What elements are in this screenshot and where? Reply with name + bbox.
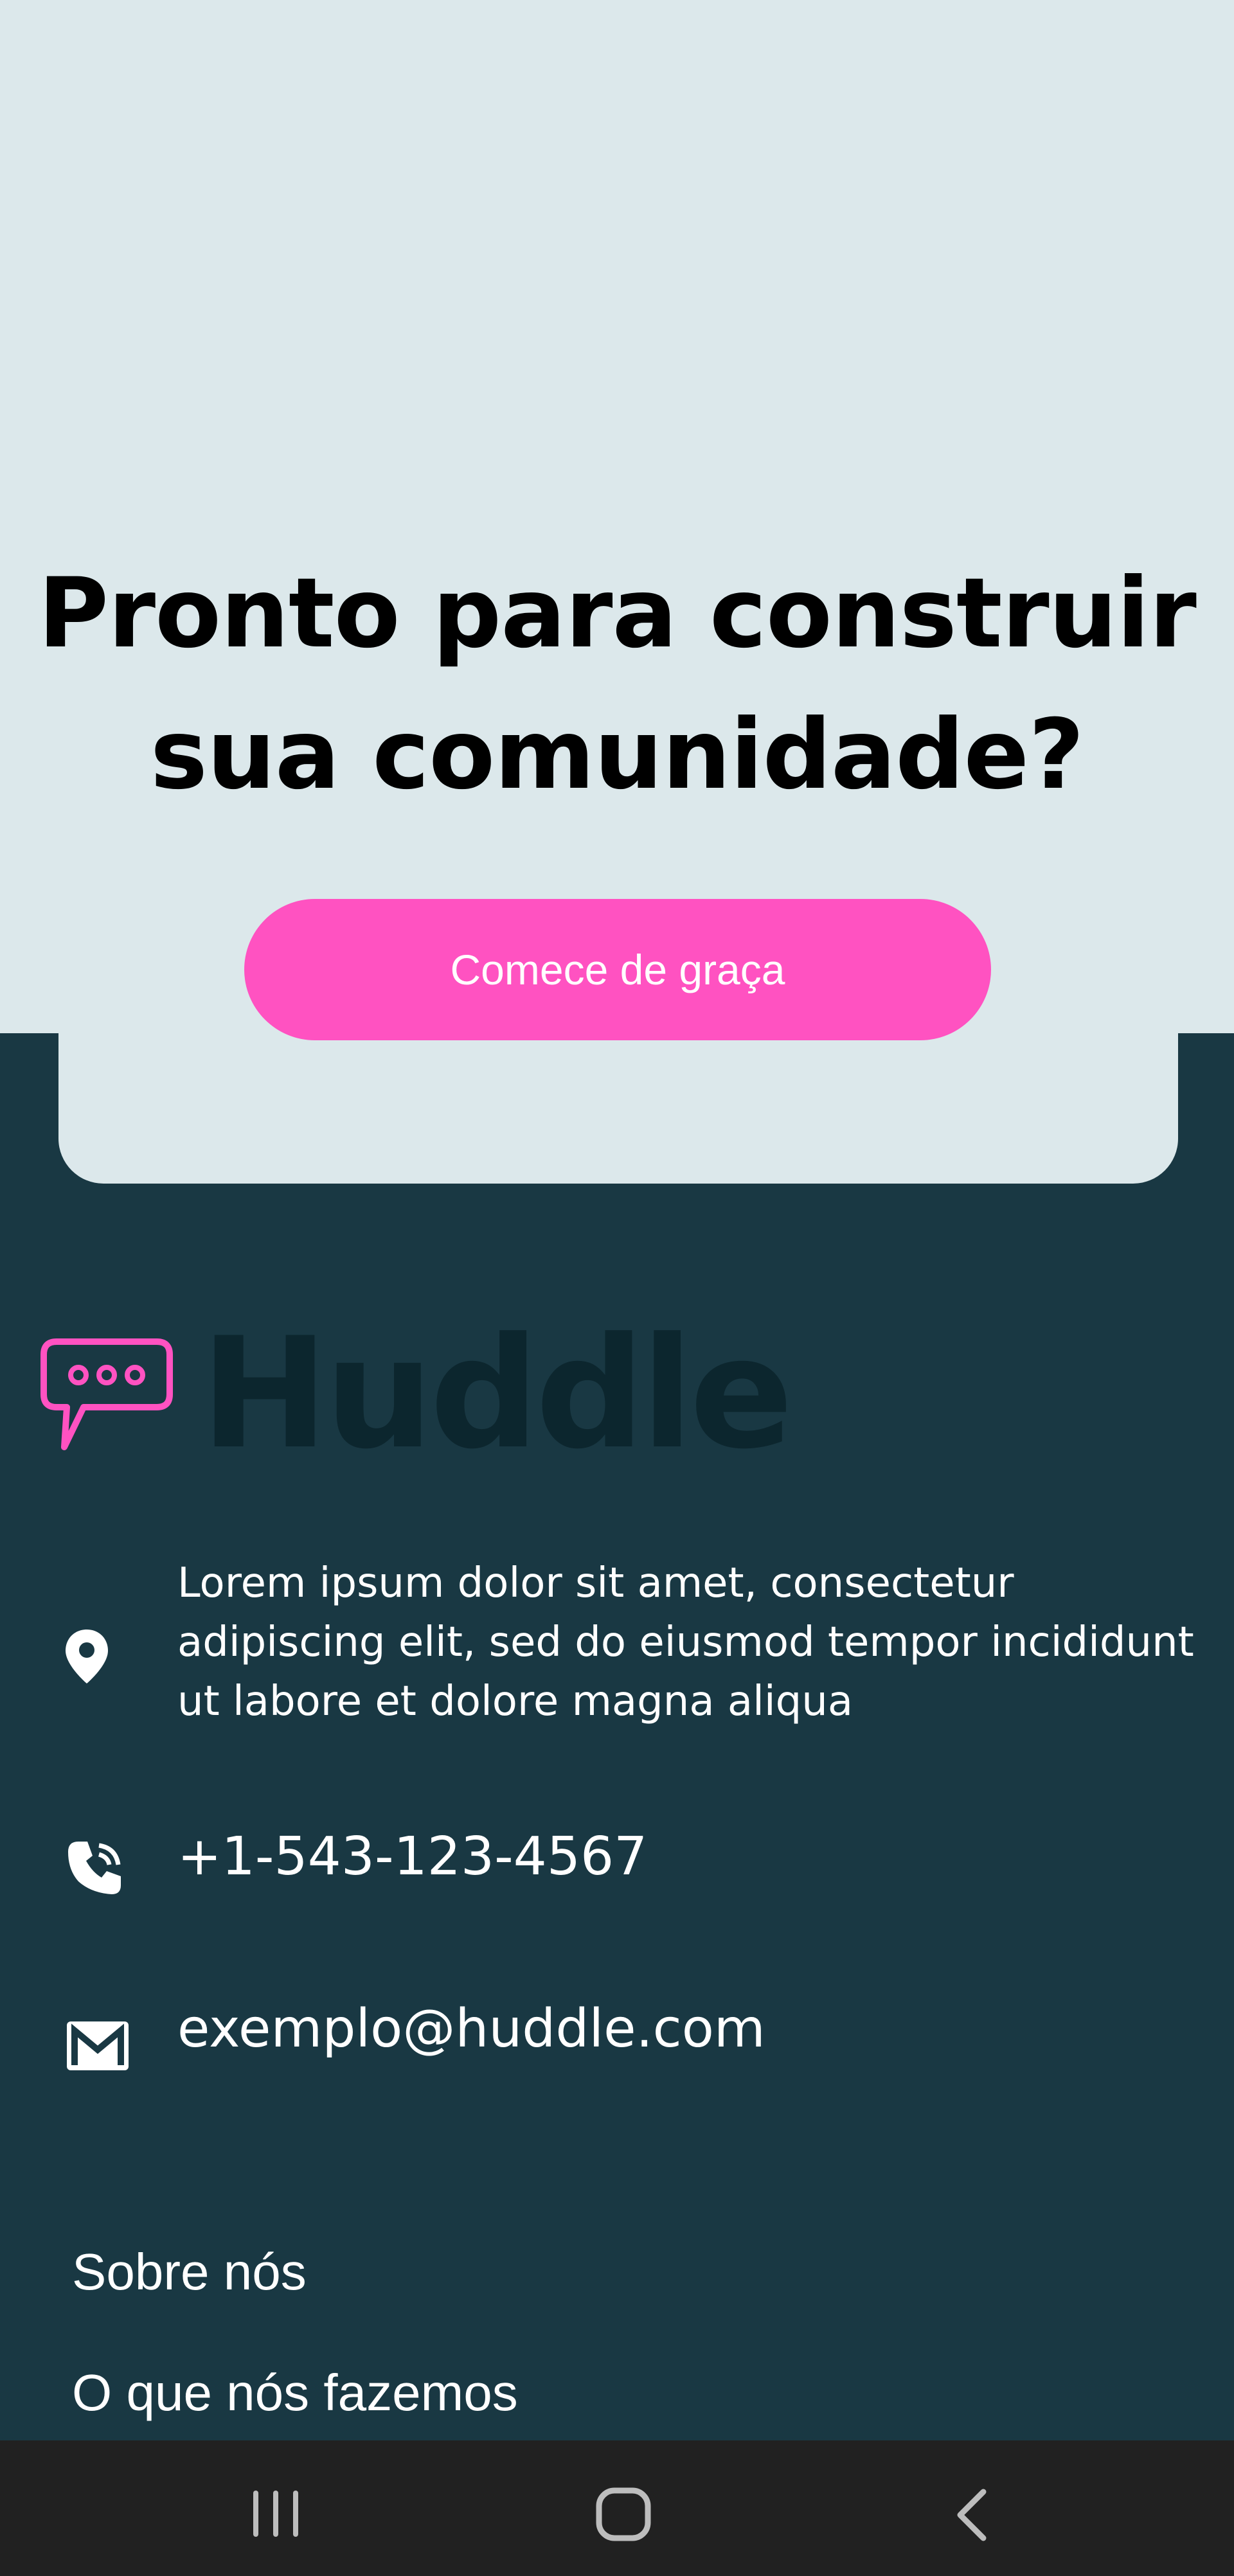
location-pin-icon	[66, 1630, 108, 1683]
headline-line-2: sua comunidade?	[150, 699, 1084, 811]
footer-link-what-we-do[interactable]: O que nós fazemos	[72, 2361, 518, 2425]
system-nav-bar	[0, 2440, 1234, 2576]
cta-section	[0, 0, 1234, 1033]
back-icon[interactable]	[954, 2488, 990, 2542]
huddle-logo[interactable]: Huddle	[39, 1305, 793, 1483]
recent-apps-icon[interactable]	[249, 2488, 302, 2539]
footer-address: Lorem ipsum dolor sit amet, consectetur …	[177, 1559, 1194, 1725]
home-icon[interactable]	[595, 2487, 652, 2542]
email-icon	[67, 2021, 129, 2070]
footer-link-about[interactable]: Sobre nós	[72, 2240, 307, 2304]
brand-name: Huddle	[201, 1305, 793, 1483]
start-free-button[interactable]: Comece de graça	[244, 899, 991, 1040]
footer-email[interactable]: exemplo@huddle.com	[177, 1997, 765, 2061]
phone-icon	[68, 1842, 121, 1894]
chat-bubble-icon	[40, 1338, 173, 1450]
headline-line-1: Pronto para construir	[38, 558, 1197, 670]
start-free-button-label: Comece de graça	[450, 946, 785, 993]
cta-headline: Pronto para construir sua comunidade?	[0, 543, 1234, 826]
footer	[0, 1033, 1234, 2440]
footer-phone[interactable]: +1-543-123-4567	[177, 1825, 647, 1889]
